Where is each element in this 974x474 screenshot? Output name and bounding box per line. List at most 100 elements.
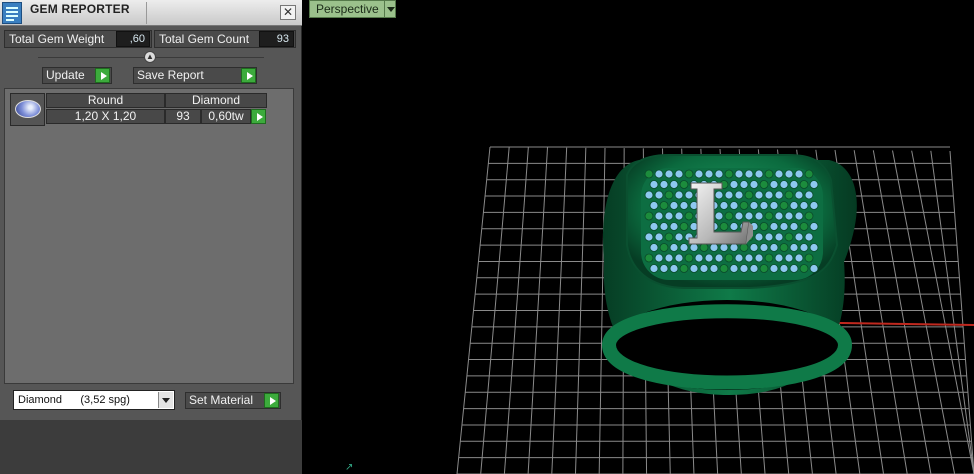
pave-gem <box>774 211 784 221</box>
pave-gem <box>769 222 779 231</box>
material-select[interactable]: Diamond (3,52 spg) <box>13 390 175 410</box>
pave-gem <box>679 222 689 231</box>
pave-gem <box>644 253 654 263</box>
pave-gem <box>794 211 804 221</box>
gem-reporter-panel: GEM REPORTER ✕ Total Gem Weight ,60 Tota… <box>0 0 302 474</box>
dropdown-arrow-icon[interactable] <box>158 392 173 408</box>
pave-gem <box>789 243 799 252</box>
pave-gem <box>664 253 674 263</box>
pave-gem <box>759 222 769 231</box>
pave-gem <box>764 232 774 242</box>
pave-gem <box>804 211 814 221</box>
pave-gem <box>744 169 754 179</box>
gem-reporter-icon <box>2 2 22 24</box>
pave-gem <box>649 180 659 189</box>
pave-gem <box>654 169 664 179</box>
pave-gem <box>754 232 764 242</box>
pave-gem <box>659 201 669 210</box>
pave-gem <box>654 190 664 200</box>
pave-gem <box>679 201 689 210</box>
pave-gem <box>744 253 754 263</box>
pave-gem <box>729 201 739 210</box>
grid-line <box>930 150 974 474</box>
pave-gem <box>799 201 809 210</box>
save-report-button[interactable]: Save Report <box>133 67 257 84</box>
pave-gem <box>774 190 784 200</box>
pave-gem <box>809 243 819 252</box>
grid-line <box>949 150 974 474</box>
pave-gem <box>794 169 804 179</box>
view-mode-label: Perspective <box>316 2 379 16</box>
pave-gem <box>779 264 789 273</box>
pave-gem <box>759 180 769 189</box>
total-gem-weight-text: Total Gem Weight <box>9 32 105 46</box>
pave-gem <box>734 211 744 221</box>
pave-gem <box>754 190 764 200</box>
pave-gem <box>669 180 679 189</box>
close-icon[interactable]: ✕ <box>280 5 296 20</box>
pave-gem <box>754 253 764 263</box>
pave-gem <box>779 180 789 189</box>
pave-gem <box>714 190 724 200</box>
pave-gem <box>739 180 749 189</box>
pave-gem <box>799 243 809 252</box>
pave-gem <box>699 264 709 273</box>
gem-size-cell: 1,20 X 1,20 <box>46 109 165 124</box>
pave-gem <box>694 253 704 263</box>
pave-gem <box>779 201 789 210</box>
title-divider <box>146 2 147 24</box>
play-icon[interactable] <box>251 109 266 124</box>
gem-list[interactable] <box>4 88 294 384</box>
gem-material-header: Diamond <box>165 93 267 108</box>
dropdown-arrow-icon[interactable] <box>384 0 396 18</box>
pave-gem <box>804 169 814 179</box>
pave-gem <box>649 243 659 252</box>
pave-gem <box>684 253 694 263</box>
diamond-gem-icon[interactable] <box>10 93 45 126</box>
play-icon[interactable] <box>264 393 279 408</box>
play-icon[interactable] <box>241 68 256 83</box>
pave-gem <box>804 190 814 200</box>
pave-gem <box>804 253 814 263</box>
pave-gem <box>654 211 664 221</box>
pave-gem <box>664 190 674 200</box>
pave-gem <box>784 190 794 200</box>
pave-gem <box>684 190 694 200</box>
pave-gem <box>679 243 689 252</box>
ring-render: L <box>456 146 974 474</box>
pave-gem <box>719 201 729 210</box>
pave-gem <box>714 169 724 179</box>
pave-gem <box>719 222 729 231</box>
pave-gem <box>649 222 659 231</box>
pave-gem <box>749 201 759 210</box>
pave-gem <box>714 253 724 263</box>
panel-footer <box>0 420 302 474</box>
3d-viewport[interactable]: L Perspective ↗ <box>309 0 974 474</box>
pave-gem <box>719 264 729 273</box>
set-material-button-label: Set Material <box>189 393 254 407</box>
play-icon[interactable] <box>95 68 110 83</box>
pave-gem <box>674 169 684 179</box>
pave-gem <box>754 169 764 179</box>
slider-knob-icon[interactable]: ▲ <box>144 51 156 63</box>
pave-gem <box>764 190 774 200</box>
pave-gem <box>729 243 739 252</box>
gem-count-cell: 93 <box>165 109 201 124</box>
pave-gem <box>804 232 814 242</box>
pave-gem <box>739 243 749 252</box>
pave-gem <box>659 264 669 273</box>
pave-gem <box>774 169 784 179</box>
pave-gem <box>664 169 674 179</box>
pave-gem <box>649 264 659 273</box>
pave-gem <box>794 190 804 200</box>
pave-gem <box>769 180 779 189</box>
pave-gem <box>654 253 664 263</box>
pave-gem <box>794 253 804 263</box>
pave-gem <box>809 180 819 189</box>
grid-line <box>911 150 974 474</box>
pave-gem <box>669 222 679 231</box>
pave-gem <box>734 169 744 179</box>
pave-gem <box>809 201 819 210</box>
pave-gem <box>659 222 669 231</box>
view-mode-tab[interactable]: Perspective <box>309 0 388 18</box>
